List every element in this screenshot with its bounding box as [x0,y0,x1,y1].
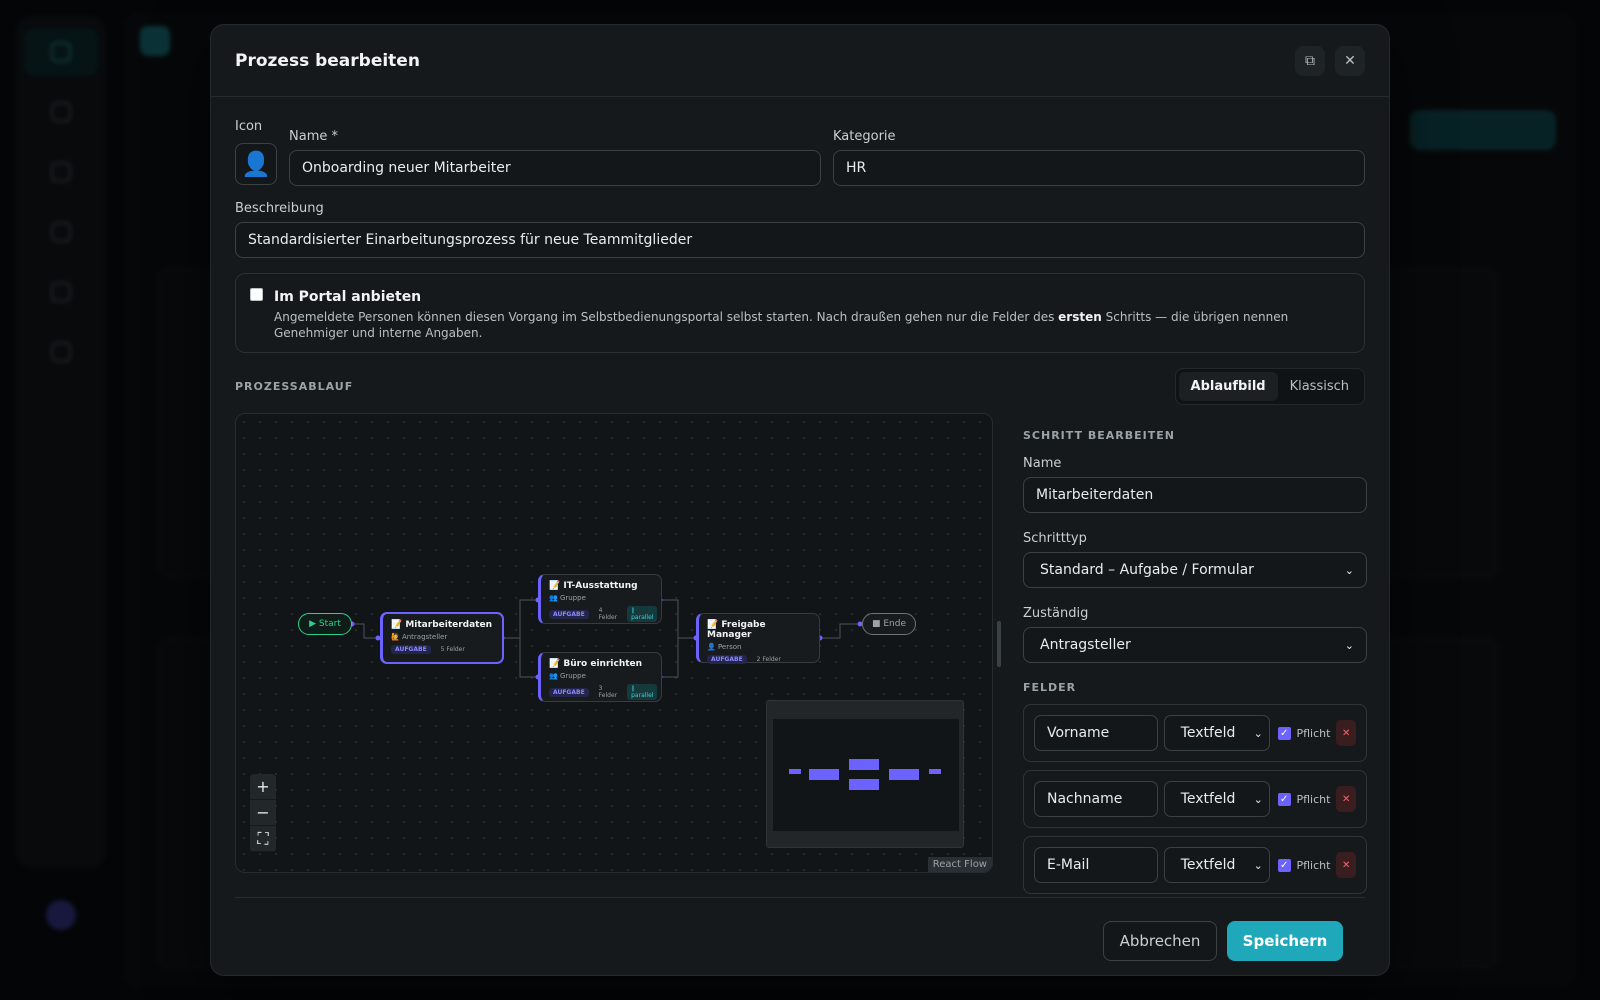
edit-process-dialog: Prozess bearbeiten ⧉ ✕ Icon 👤 Name * Onb… [210,24,1390,976]
field-type-select[interactable]: Textfeld ⌄ [1163,847,1270,883]
chevron-down-icon: ⌄ [1344,638,1354,652]
edge-it-freigabe [660,599,696,639]
step-type-select[interactable]: Standard – Aufgabe / Formular ⌄ [1023,552,1367,588]
flow-end-node[interactable]: ■ Ende [862,613,916,635]
minimap-node [789,769,801,774]
required-checkbox[interactable]: ✓ [1277,792,1291,806]
edge-mitarbeiterdaten-it [502,599,538,639]
required-checkbox[interactable]: ✓ [1277,726,1291,740]
zoom-controls: + − ⛶ [250,774,276,852]
process-icon-picker[interactable]: 👤 [235,143,277,185]
portal-title: Im Portal anbieten [274,289,422,305]
minimap-node [849,759,879,770]
description-input[interactable]: Standardisierter Einarbeitungsprozess fü… [235,222,1365,258]
required-label: Pflicht [1296,792,1331,806]
dialog-header: Prozess bearbeiten ⧉ ✕ [211,25,1389,97]
fields-title: FELDER [1023,681,1077,694]
owner-label: Zuständig [1023,606,1089,621]
chevron-down-icon: ⌄ [1253,792,1263,806]
required-label: Pflicht [1296,726,1331,740]
icon-label: Icon [235,119,263,134]
process-name-input[interactable]: Onboarding neuer Mitarbeiter [289,150,821,186]
view-toggle: Ablaufbild Klassisch [1174,367,1365,405]
chevron-down-icon: ⌄ [1253,726,1263,740]
minimap-node [889,769,919,780]
cancel-button[interactable]: Abbrechen [1103,921,1217,961]
category-label: Kategorie [833,129,896,144]
close-icon[interactable]: ✕ [1335,45,1365,76]
required-checkbox[interactable]: ✓ [1277,858,1291,872]
minimap-node [929,769,941,774]
field-name-input[interactable]: E-Mail [1034,847,1158,883]
tab-klassisch[interactable]: Klassisch [1278,372,1361,401]
react-flow-attribution[interactable]: React Flow [927,857,992,872]
edge-start-mitarbeiterdaten [352,623,378,639]
minimap-node [849,779,879,790]
step-type-label: Schritttyp [1023,531,1087,546]
edge-buero-freigabe [660,637,696,678]
delete-field-icon[interactable]: ✕ [1336,786,1356,812]
minimap-viewport [773,719,959,831]
edge-mitarbeiterdaten-buero [502,637,538,678]
portal-description: Angemeldete Personen können diesen Vorga… [274,310,1289,340]
field-name-input[interactable]: Vorname [1034,715,1158,751]
step-name-label: Name [1023,456,1062,471]
duplicate-icon[interactable]: ⧉ [1295,45,1325,76]
tab-ablaufbild[interactable]: Ablaufbild [1178,371,1278,401]
field-name-input[interactable]: Nachname [1034,781,1158,817]
flow-node-freigabe-manager[interactable]: 📝 Freigabe Manager 👤 Person AUFGABE 2 Fel… [696,613,820,664]
flow-node-it-ausstattung[interactable]: 📝 IT-Ausstattung 👥 Gruppe AUFGABE 4 Felde… [538,574,662,624]
fit-view-icon[interactable]: ⛶ [250,826,276,852]
field-row: E-Mail Textfeld ⌄ ✓ Pflicht ✕ [1023,836,1367,894]
chevron-down-icon: ⌄ [1253,858,1263,872]
delete-field-icon[interactable]: ✕ [1336,852,1356,878]
description-group: Beschreibung Standardisierter Einarbeitu… [235,201,1365,258]
description-label: Beschreibung [235,201,324,216]
dialog-title: Prozess bearbeiten [235,50,420,71]
step-name-input[interactable]: Mitarbeiterdaten [1023,477,1367,513]
flow-node-mitarbeiterdaten[interactable]: 📝 Mitarbeiterdaten 🙋 Antragsteller AUFGA… [380,612,504,664]
edge-freigabe-ende [820,623,860,639]
category-input[interactable]: HR [833,150,1365,186]
flow-node-buero-einrichten[interactable]: 📝 Büro einrichten 👥 Gruppe AUFGABE 3 Feld… [538,652,662,702]
portal-option: Im Portal anbieten Angemeldete Personen … [235,273,1365,353]
step-editor-title: SCHRITT BEARBEITEN [1023,429,1175,442]
chevron-down-icon: ⌄ [1344,563,1354,577]
flow-start-node[interactable]: ▶ Start [298,613,352,635]
field-row: Vorname Textfeld ⌄ ✓ Pflicht ✕ [1023,704,1367,762]
portal-checkbox[interactable] [250,288,263,301]
flow-minimap[interactable] [766,700,964,848]
zoom-in-icon[interactable]: + [250,774,276,800]
save-button[interactable]: Speichern [1227,921,1343,961]
minimap-node [809,769,839,780]
panel-resize-handle[interactable] [997,621,1001,667]
basic-info-row: Icon 👤 Name * Onboarding neuer Mitarbeit… [235,119,1365,186]
zoom-out-icon[interactable]: − [250,800,276,826]
footer-divider [235,897,1365,898]
field-row: Nachname Textfeld ⌄ ✓ Pflicht ✕ [1023,770,1367,828]
field-type-select[interactable]: Textfeld ⌄ [1163,781,1270,817]
flow-section-header: PROZESSABLAUF Ablaufbild Klassisch [235,367,1365,405]
flow-canvas[interactable]: ▶ Start 📝 Mitarbeiterdaten 🙋 Antragstell… [235,413,993,873]
field-type-select[interactable]: Textfeld ⌄ [1163,715,1270,751]
required-label: Pflicht [1296,858,1331,872]
flow-section-title: PROZESSABLAUF [235,379,354,393]
step-editor: SCHRITT BEARBEITEN Name Mitarbeiterdaten… [1023,429,1367,902]
delete-field-icon[interactable]: ✕ [1336,720,1356,746]
name-label: Name * [289,129,338,144]
owner-select[interactable]: Antragsteller ⌄ [1023,627,1367,663]
